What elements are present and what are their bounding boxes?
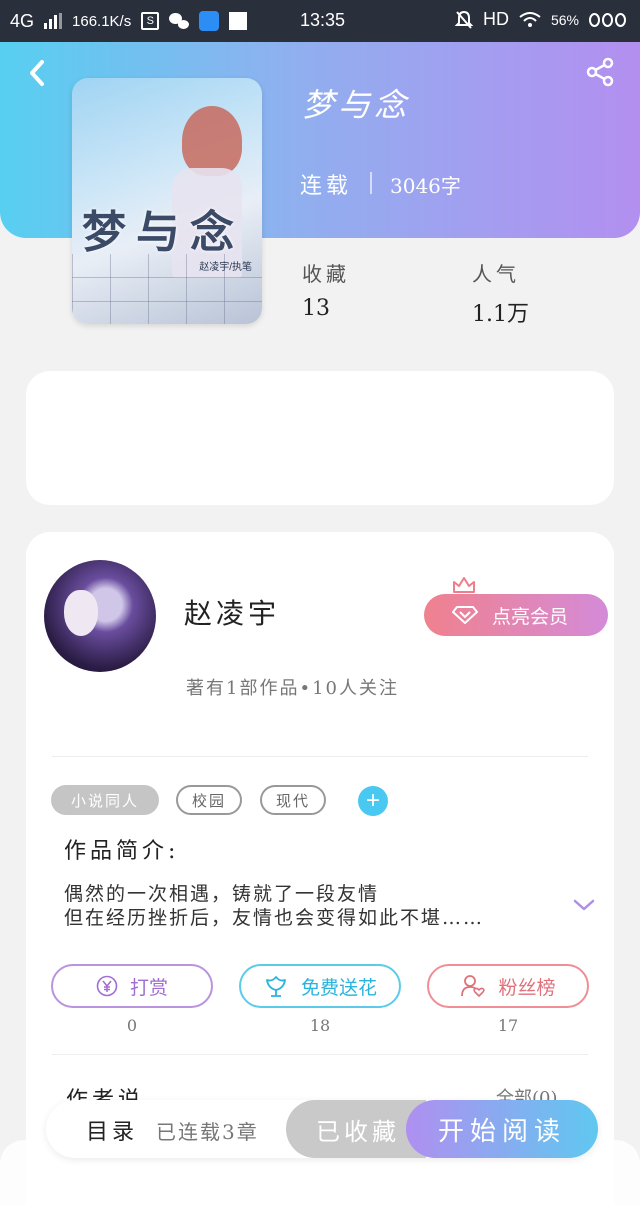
network-type: 4G bbox=[10, 10, 35, 31]
notification-icon bbox=[229, 12, 248, 30]
tag-fanfiction[interactable]: 小说同人 bbox=[51, 785, 159, 815]
signal-icon bbox=[44, 13, 63, 29]
word-count: 3046字 bbox=[390, 174, 461, 198]
battery-percent: 56% bbox=[550, 11, 579, 28]
hd-indicator: HD bbox=[482, 9, 509, 29]
fan-heart-icon bbox=[461, 975, 486, 997]
collected-button[interactable]: 已收藏 bbox=[286, 1100, 426, 1158]
crown-icon bbox=[453, 577, 475, 593]
cover-title: 梦与念 bbox=[82, 207, 244, 258]
tag-modern[interactable]: 现代 bbox=[260, 785, 326, 815]
popularity-label: 人气 bbox=[472, 262, 520, 286]
serial-status: 连载 bbox=[300, 174, 353, 199]
tip-label: 打赏 bbox=[129, 977, 168, 999]
status-separator bbox=[370, 172, 372, 194]
send-flower-button[interactable]: 免费送花 bbox=[239, 964, 401, 1008]
diamond-icon bbox=[452, 606, 478, 624]
intro-line-1: 偶然的一次相遇，铸就了一段友情 bbox=[64, 883, 380, 905]
favorites-count: 13 bbox=[302, 296, 330, 321]
intro-line-2: 但在经历挫折后，友情也会变得如此不堪…… bbox=[64, 907, 485, 929]
author-name[interactable]: 赵凌宇 bbox=[184, 592, 280, 632]
app-notification-icon bbox=[199, 11, 220, 31]
table-of-contents-button[interactable]: 目录 bbox=[86, 1114, 138, 1146]
app-s-icon: S bbox=[141, 12, 160, 30]
avatar[interactable] bbox=[44, 560, 156, 672]
flower-count: 18 bbox=[309, 1016, 331, 1035]
tag-campus[interactable]: 校园 bbox=[176, 785, 242, 815]
network-speed: 166.1K/s bbox=[72, 12, 132, 30]
popularity-count: 1.1万 bbox=[472, 302, 529, 327]
chapter-status: 已连载3章 bbox=[156, 1120, 259, 1144]
clock: 13:35 bbox=[300, 10, 346, 30]
fan-ranking-button[interactable]: 粉丝榜 bbox=[427, 964, 589, 1008]
wechat-icon bbox=[169, 13, 190, 29]
author-stats: 著有1部作品•10人关注 bbox=[186, 678, 399, 699]
wifi-icon bbox=[519, 11, 541, 27]
book-title: 梦与念 bbox=[302, 86, 411, 124]
divider bbox=[52, 1054, 588, 1055]
cover-character-hair bbox=[182, 106, 242, 176]
fan-count: 17 bbox=[497, 1016, 519, 1035]
blank-card bbox=[26, 371, 614, 505]
mute-bell-icon bbox=[454, 10, 473, 29]
tip-count: 0 bbox=[126, 1016, 138, 1035]
book-cover[interactable]: 梦与念 赵凌宇/执笔 bbox=[72, 78, 262, 324]
vip-button[interactable]: 点亮会员 bbox=[424, 594, 608, 636]
cover-author: 赵凌宇/执笔 bbox=[199, 262, 252, 273]
yen-coin-icon bbox=[96, 975, 118, 997]
share-icon[interactable] bbox=[584, 56, 616, 88]
intro-title: 作品简介: bbox=[64, 839, 180, 864]
vip-label: 点亮会员 bbox=[492, 606, 569, 628]
tip-button[interactable]: 打赏 bbox=[51, 964, 213, 1008]
fan-ranking-label: 粉丝榜 bbox=[498, 977, 556, 999]
start-reading-button[interactable]: 开始阅读 bbox=[406, 1100, 598, 1158]
battery-icon bbox=[589, 12, 626, 27]
chevron-down-icon[interactable] bbox=[572, 896, 596, 914]
send-flower-label: 免费送花 bbox=[300, 977, 377, 999]
flower-icon bbox=[266, 976, 286, 997]
status-bar: 4G 166.1K/s S 13:35 HD 56% bbox=[0, 0, 640, 42]
divider bbox=[52, 756, 588, 757]
favorites-label: 收藏 bbox=[302, 262, 350, 286]
add-tag-button[interactable]: + bbox=[358, 786, 388, 816]
avatar-mask-figure bbox=[64, 590, 98, 636]
back-button[interactable] bbox=[24, 58, 50, 88]
